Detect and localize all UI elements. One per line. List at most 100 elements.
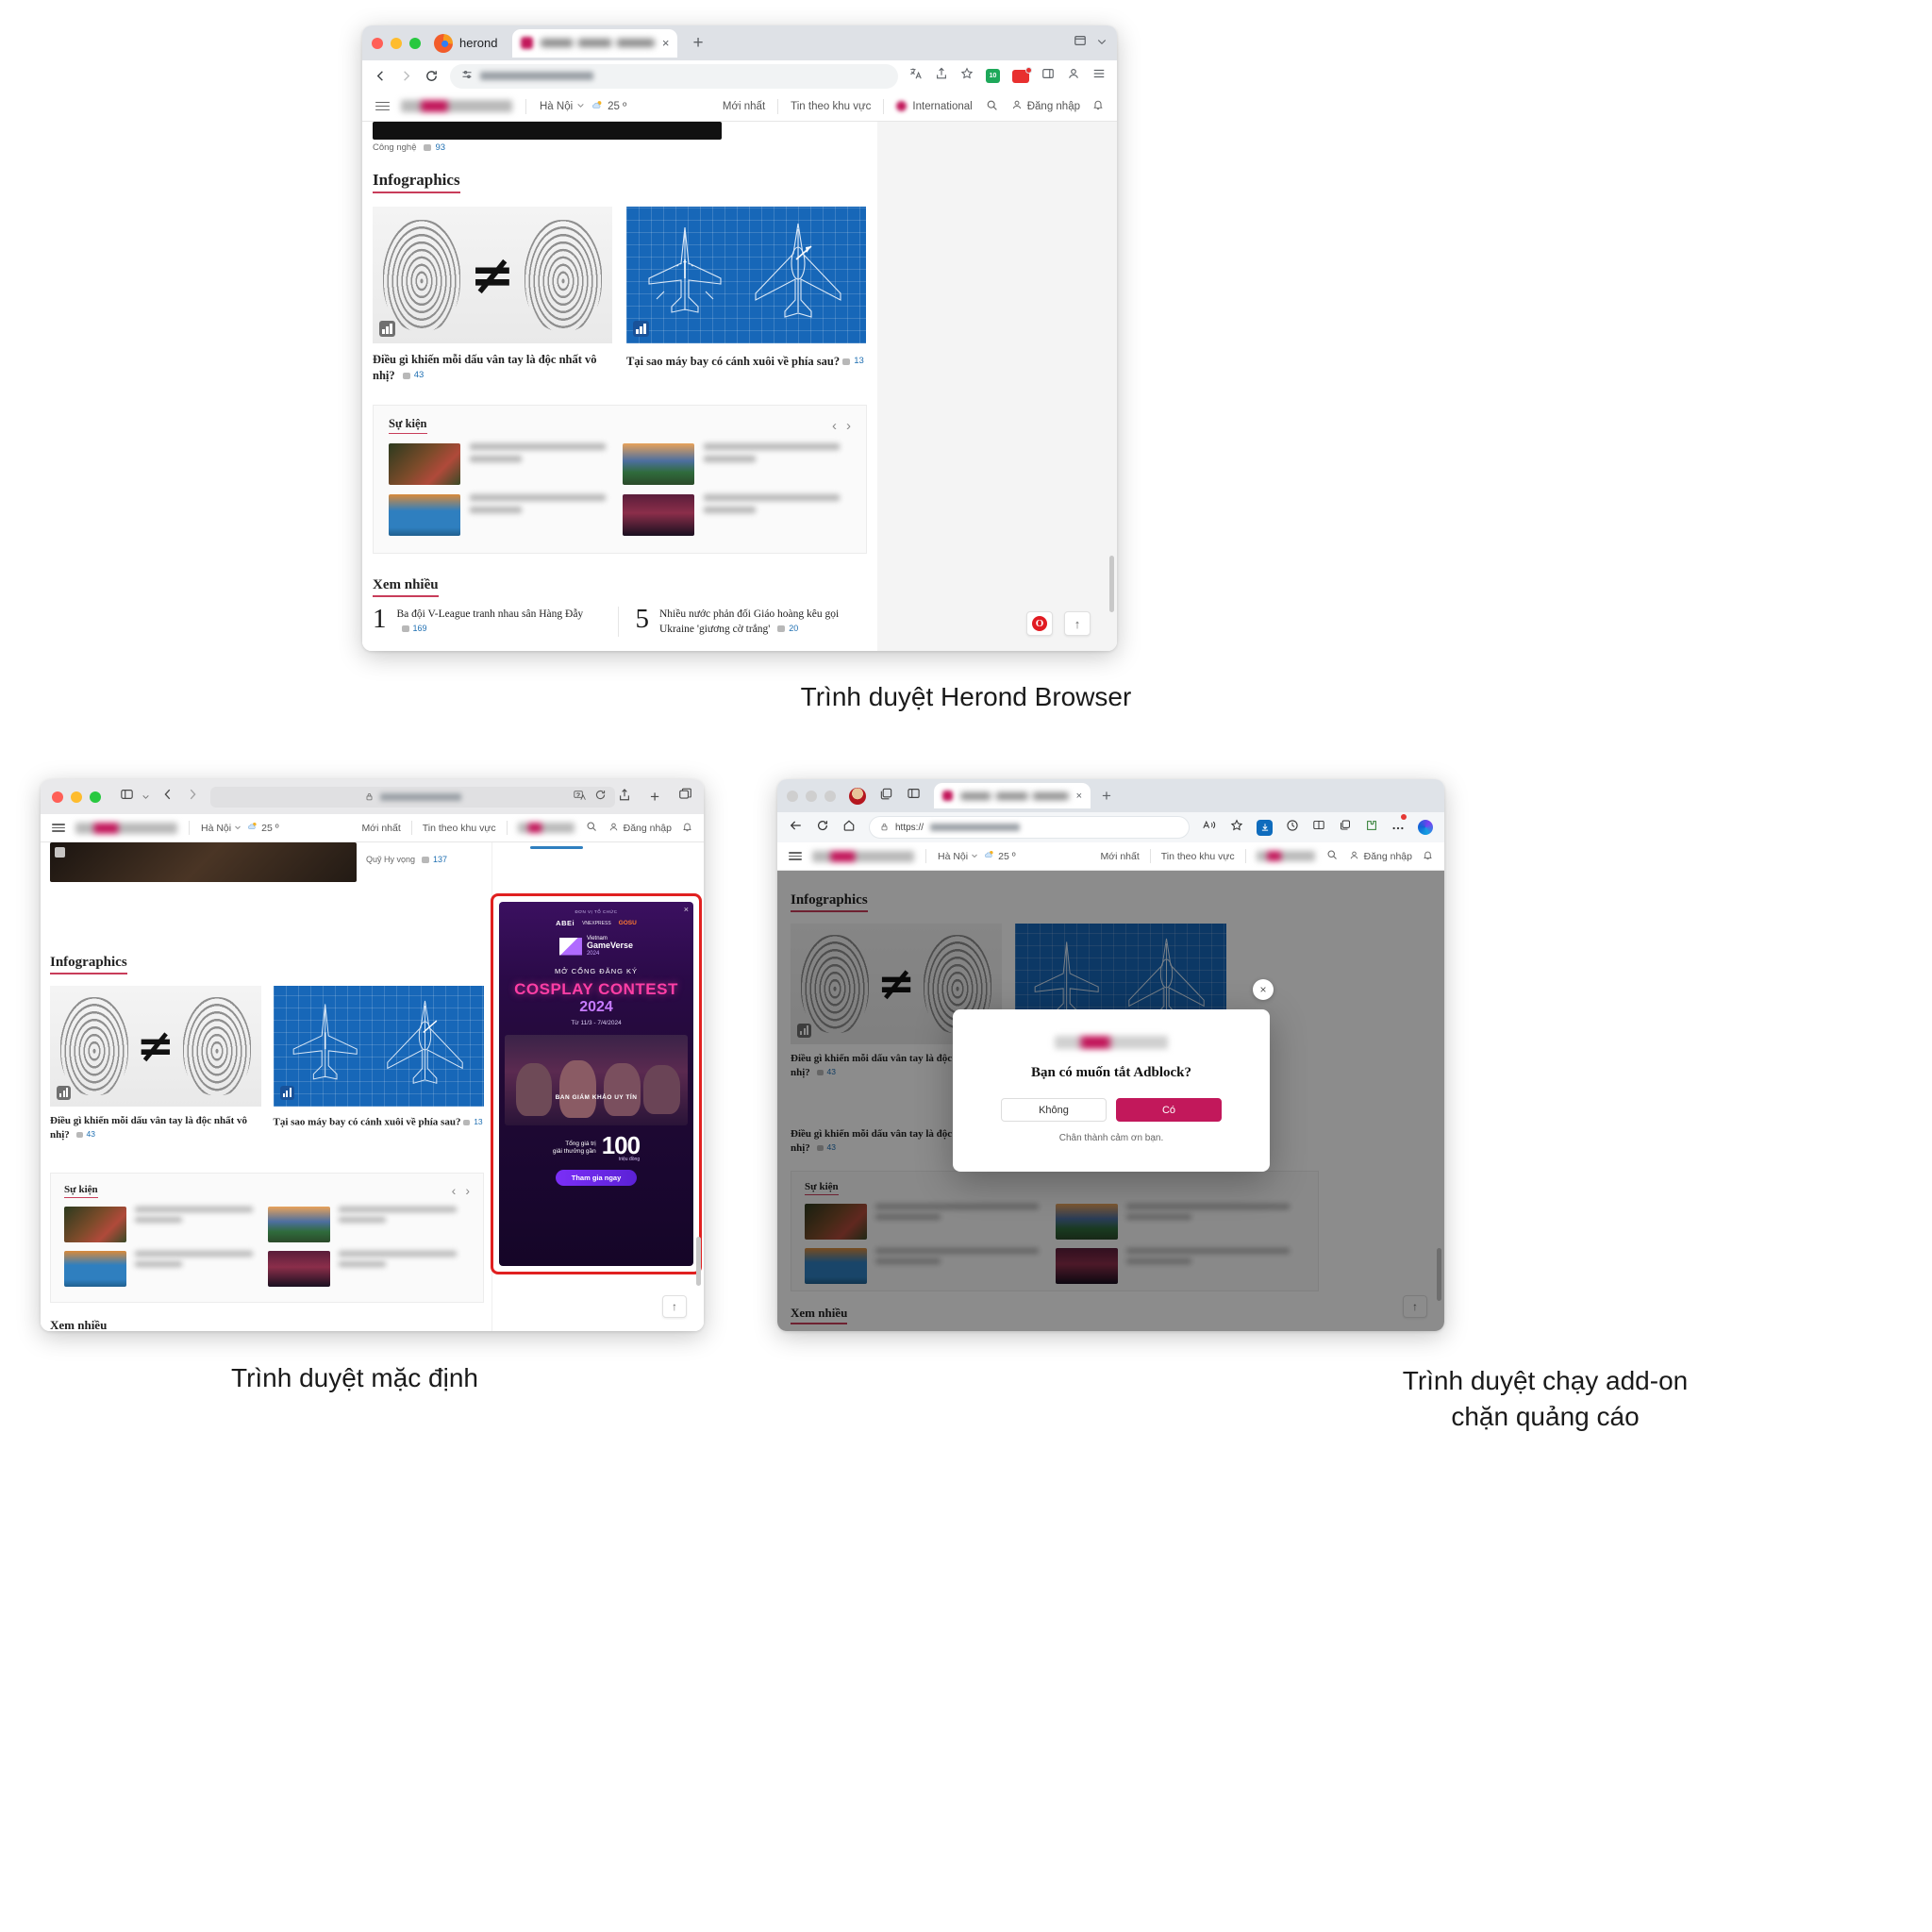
site-logo[interactable]: [812, 850, 914, 862]
modal-close-button[interactable]: ×: [1253, 979, 1274, 1000]
nav-link-international[interactable]: [1256, 851, 1315, 861]
nav-link-latest[interactable]: Mới nhất: [1100, 851, 1139, 862]
downloads-icon[interactable]: [1257, 819, 1273, 836]
chevron-down-icon[interactable]: [1096, 35, 1108, 52]
close-window-button[interactable]: [372, 37, 383, 49]
more-options-icon[interactable]: [1391, 814, 1407, 836]
event-item[interactable]: [268, 1207, 457, 1242]
close-window-button[interactable]: [787, 790, 798, 802]
page-scrollbar[interactable]: [696, 1237, 701, 1286]
tab-close-icon[interactable]: ×: [662, 36, 670, 50]
location-selector[interactable]: Hà Nội: [540, 101, 573, 112]
category-label[interactable]: Quỹ Hy vọng: [366, 855, 415, 864]
reload-icon[interactable]: [594, 789, 607, 806]
card-title[interactable]: Điều gì khiến mỗi dấu vân tay là độc nhấ…: [50, 1114, 261, 1142]
bell-icon[interactable]: [1092, 99, 1104, 113]
tab-search-icon[interactable]: [1074, 34, 1087, 52]
history-icon[interactable]: [1286, 819, 1299, 837]
home-button[interactable]: [842, 819, 856, 837]
site-menu-icon[interactable]: [375, 99, 390, 112]
site-menu-icon[interactable]: [52, 822, 65, 834]
share-icon[interactable]: [618, 788, 631, 807]
account-icon[interactable]: [608, 822, 619, 835]
new-tab-button[interactable]: +: [650, 788, 659, 807]
sidebar-icon[interactable]: [1041, 67, 1055, 85]
card-title[interactable]: Tại sao máy bay có cánh xuôi về phía sau…: [626, 352, 866, 370]
infographic-card[interactable]: ≠ Điều gì khiến mỗi dấu vân tay là độc n…: [373, 207, 612, 384]
cosplay-contest-ad[interactable]: × ĐƠN VỊ TỔ CHỨC ABEi VNEXPRESS GOSU Vie…: [499, 902, 693, 1266]
bell-icon[interactable]: [1423, 850, 1433, 863]
tab-close-icon[interactable]: ×: [1076, 791, 1082, 802]
chevron-down-icon[interactable]: [142, 789, 150, 806]
bookmark-star-icon[interactable]: [960, 67, 974, 85]
reload-button[interactable]: [425, 69, 439, 83]
address-bar[interactable]: [450, 63, 898, 89]
event-item[interactable]: [623, 494, 840, 536]
search-icon[interactable]: [986, 99, 998, 114]
account-icon[interactable]: [1011, 99, 1023, 113]
new-tab-button[interactable]: +: [692, 33, 703, 54]
zoom-window-button[interactable]: [90, 791, 101, 803]
collections-icon[interactable]: [879, 787, 893, 806]
login-link[interactable]: Đăng nhập: [1364, 851, 1412, 862]
search-icon[interactable]: [586, 821, 597, 835]
herond-brand-tab[interactable]: herond: [434, 33, 497, 53]
event-item[interactable]: [64, 1207, 253, 1242]
back-button[interactable]: [789, 819, 803, 837]
most-read-item[interactable]: 1 Ba đội V-League tranh nhau sân Hàng Đẫ…: [373, 606, 619, 638]
address-bar[interactable]: [210, 786, 616, 808]
copilot-icon[interactable]: [1418, 820, 1433, 835]
bell-icon[interactable]: [682, 822, 692, 835]
site-menu-icon[interactable]: [789, 850, 802, 862]
events-prev-button[interactable]: ‹: [452, 1183, 457, 1198]
nav-link-international[interactable]: [517, 823, 575, 833]
back-to-top-button[interactable]: ↑: [662, 1295, 687, 1318]
most-read-item[interactable]: 5 Nhiều nước phản đối Giáo hoàng kêu gọi…: [619, 606, 868, 637]
favorite-star-icon[interactable]: [1230, 819, 1243, 837]
nav-link-regional[interactable]: Tin theo khu vực: [423, 823, 496, 834]
event-item[interactable]: [268, 1251, 457, 1287]
close-window-button[interactable]: [52, 791, 63, 803]
split-screen-icon[interactable]: [907, 787, 921, 805]
profile-avatar[interactable]: [849, 787, 866, 805]
chevron-down-icon[interactable]: [971, 851, 978, 862]
event-item[interactable]: [389, 443, 606, 485]
opera-vpn-button[interactable]: O: [1026, 611, 1053, 636]
nav-link-regional[interactable]: Tin theo khu vực: [1161, 851, 1235, 862]
nav-link-regional[interactable]: Tin theo khu vực: [791, 101, 871, 112]
back-button[interactable]: [374, 69, 388, 83]
translate-icon[interactable]: [574, 789, 587, 806]
event-item[interactable]: [389, 494, 606, 536]
card-title[interactable]: Điều gì khiến mỗi dấu vân tay là độc nhấ…: [373, 352, 612, 384]
extensions-icon[interactable]: [1365, 819, 1378, 837]
page-scrollbar[interactable]: [1109, 556, 1114, 612]
nav-link-international[interactable]: International: [912, 101, 972, 112]
login-link[interactable]: Đăng nhập: [1027, 101, 1080, 112]
window-controls[interactable]: [787, 790, 836, 802]
new-tab-button[interactable]: +: [1102, 787, 1111, 806]
zoom-window-button[interactable]: [824, 790, 836, 802]
share-icon[interactable]: [935, 67, 948, 85]
reload-button[interactable]: [816, 819, 829, 837]
window-controls[interactable]: [372, 37, 421, 49]
accept-button[interactable]: Có: [1116, 1098, 1222, 1122]
location-selector[interactable]: Hà Nội: [201, 823, 231, 834]
infographic-card[interactable]: Tại sao máy bay có cánh xuôi về phía sau…: [273, 986, 484, 1142]
browser-tab-active[interactable]: ×: [934, 783, 1091, 808]
address-bar[interactable]: https://: [869, 816, 1190, 839]
site-settings-icon[interactable]: [461, 68, 473, 85]
nav-link-latest[interactable]: Mới nhất: [723, 101, 765, 112]
back-button[interactable]: [161, 788, 175, 806]
card-image[interactable]: [626, 207, 866, 343]
infographic-card[interactable]: Tại sao máy bay có cánh xuôi về phía sau…: [626, 207, 866, 384]
chevron-down-icon[interactable]: [234, 823, 242, 834]
translate-icon[interactable]: [909, 67, 923, 85]
shield-counter-icon[interactable]: 10: [986, 69, 1000, 83]
nav-link-latest[interactable]: Mới nhất: [361, 823, 400, 834]
card-image[interactable]: ≠: [373, 207, 612, 343]
site-logo[interactable]: [401, 100, 512, 112]
ad-close-icon[interactable]: ×: [684, 905, 689, 914]
location-selector[interactable]: Hà Nội: [938, 851, 968, 862]
card-image[interactable]: [273, 986, 484, 1107]
decline-button[interactable]: Không: [1001, 1098, 1107, 1122]
